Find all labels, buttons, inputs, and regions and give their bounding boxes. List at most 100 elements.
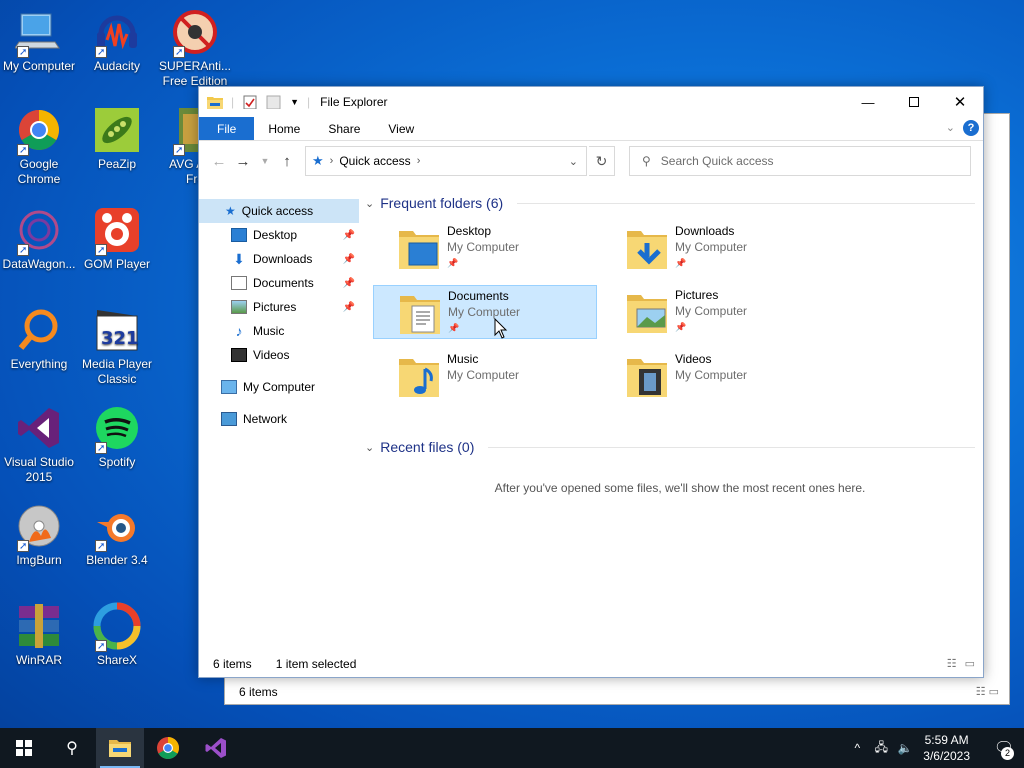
start-button[interactable] (0, 728, 48, 768)
collapse-chevron-icon[interactable]: ⌄ (365, 441, 374, 454)
group-title: Frequent folders (6) (380, 195, 504, 211)
sidebar-item-documents[interactable]: Documents 📌 (199, 271, 359, 295)
sidebar-item-desktop[interactable]: Desktop 📌 (199, 223, 359, 247)
desktop-icon-sharex[interactable]: ShareX (78, 602, 156, 668)
status-selection: 1 item selected (275, 657, 357, 671)
address-history-dropdown-icon[interactable]: ⌄ (569, 155, 578, 168)
search-input[interactable]: ⚲ Search Quick access (629, 146, 971, 176)
desktop-icon-blender[interactable]: Blender 3.4 (78, 502, 156, 568)
tab-home[interactable]: Home (254, 117, 314, 140)
folder-tile-desktop[interactable]: Desktop My Computer 📌 (373, 221, 597, 275)
refresh-button[interactable]: ↻ (589, 146, 615, 176)
sidebar-item-label: Quick access (241, 204, 314, 218)
desktop-icon-chrome[interactable]: Google Chrome (0, 106, 78, 187)
ribbon-tabs: File Home Share View ⌄ ? (199, 117, 983, 141)
close-button[interactable]: ✕ (937, 87, 983, 117)
breadcrumb-chevron-icon[interactable]: › (417, 155, 421, 167)
sidebar-item-videos[interactable]: Videos (199, 343, 359, 367)
gom-player-icon (93, 206, 141, 258)
tab-file[interactable]: File (199, 117, 255, 140)
expand-ribbon-icon[interactable]: ⌄ (946, 121, 955, 134)
recent-files-header[interactable]: ⌄ Recent files (0) (365, 435, 975, 459)
frequent-folders-header[interactable]: ⌄ Frequent folders (6) (365, 191, 975, 215)
new-folder-icon[interactable] (266, 95, 282, 109)
search-button[interactable]: ⚲ (48, 728, 96, 768)
tab-view[interactable]: View (374, 117, 428, 140)
recent-locations-chevron-icon[interactable]: ▼ (255, 156, 275, 166)
sharex-icon (93, 602, 141, 654)
audacity-icon (93, 8, 141, 60)
desktop-icon-media-player-classic[interactable]: 321 Media Player Classic (78, 306, 156, 387)
clock-date: 3/6/2023 (923, 749, 970, 763)
title-bar[interactable]: | ▼ | File Explorer — ✕ (199, 87, 983, 117)
volume-icon[interactable]: 🔈 (893, 741, 917, 755)
view-toggle-icons[interactable]: ☷ ▭ (976, 685, 999, 698)
folder-tile-music[interactable]: Music My Computer (373, 349, 597, 403)
desktop-icon-spotify[interactable]: Spotify (78, 404, 156, 470)
desktop-icon-label: Blender 3.4 (86, 553, 148, 567)
maximize-button[interactable] (891, 87, 937, 117)
breadcrumb-quick-access[interactable]: Quick access (339, 154, 410, 168)
help-icon[interactable]: ? (963, 120, 979, 136)
large-icons-view-icon[interactable]: ▭ (965, 657, 975, 670)
film-strip-icon (231, 348, 247, 362)
desktop-icon-gom-player[interactable]: GOM Player (78, 206, 156, 272)
collapse-chevron-icon[interactable]: ⌄ (365, 197, 374, 210)
desktop-folder-icon (231, 228, 247, 242)
file-explorer-window[interactable]: | ▼ | File Explorer — ✕ File Home Share … (198, 86, 984, 678)
desktop-icon-superantispyware[interactable]: SUPERAnti... Free Edition (156, 8, 234, 89)
clock[interactable]: 5:59 AM 3/6/2023 (917, 732, 984, 764)
properties-icon[interactable] (242, 95, 258, 109)
customize-toolbar-dropdown-icon[interactable]: ▼ (290, 97, 299, 107)
quick-access-star-icon: ★ (225, 204, 236, 218)
desktop-icon-imgburn[interactable]: ImgBurn (0, 502, 78, 568)
search-icon: ⚲ (66, 740, 78, 757)
separator: | (307, 95, 311, 109)
minimize-button[interactable]: — (845, 87, 891, 117)
forward-arrow-icon[interactable]: → (231, 153, 255, 170)
sidebar-item-downloads[interactable]: ⬇ Downloads 📌 (199, 247, 359, 271)
taskbar-file-explorer[interactable] (96, 728, 144, 768)
desktop-icon-winrar[interactable]: WinRAR (0, 602, 78, 668)
breadcrumb-chevron-icon[interactable]: › (330, 155, 334, 167)
pin-icon: 📌 (342, 301, 355, 313)
tab-share[interactable]: Share (314, 117, 374, 140)
network-icon[interactable]: 🖧 (869, 738, 893, 759)
pictures-icon (231, 300, 247, 314)
sidebar-item-pictures[interactable]: Pictures 📌 (199, 295, 359, 319)
desktop-icon-my-computer[interactable]: My Computer (0, 8, 78, 74)
sidebar-item-quick-access[interactable]: ★ Quick access (199, 199, 359, 223)
network-icon (221, 412, 237, 426)
desktop-icon-visual-studio[interactable]: Visual Studio 2015 (0, 404, 78, 485)
desktop-icon-label: Audacity (93, 59, 141, 73)
folder-tile-pictures[interactable]: Pictures My Computer 📌 (601, 285, 825, 339)
computer-icon (14, 8, 63, 60)
taskbar-chrome[interactable] (144, 728, 192, 768)
sidebar-item-label: Desktop (253, 228, 298, 242)
folder-tile-documents[interactable]: Documents My Computer 📌 (373, 285, 597, 339)
folder-tile-downloads[interactable]: Downloads My Computer 📌 (601, 221, 825, 275)
sidebar-item-network[interactable]: Network (199, 407, 359, 431)
desktop-icon-peazip[interactable]: PeaZip (78, 106, 156, 172)
svg-text:321: 321 (101, 328, 139, 349)
up-arrow-icon[interactable]: ↑ (275, 153, 299, 170)
navigation-pane: ★ Quick access Desktop 📌 ⬇ Downloads 📌 D… (199, 199, 359, 431)
taskbar-visual-studio[interactable] (192, 728, 240, 768)
winrar-icon (15, 602, 63, 650)
folder-tile-videos[interactable]: Videos My Computer (601, 349, 825, 403)
address-bar[interactable]: ★ › Quick access › ⌄ (305, 146, 587, 176)
desktop-icon-label: SUPERAnti... Free Edition (158, 59, 232, 88)
minimize-icon: — (861, 94, 875, 110)
sidebar-item-my-computer[interactable]: My Computer (199, 375, 359, 399)
desktop-icon-everything[interactable]: Everything (0, 306, 78, 372)
taskbar: ⚲ ^ 🖧 🔈 5:59 AM 3/6/2023 🗨 2 (0, 728, 1024, 768)
desktop-icon-label: My Computer (2, 59, 76, 73)
desktop-icon-datawagon[interactable]: DataWagon... (0, 206, 78, 272)
sidebar-item-music[interactable]: ♪ Music (199, 319, 359, 343)
back-arrow-icon[interactable]: ← (207, 153, 231, 170)
desktop-icon-label: Media Player Classic (81, 357, 153, 386)
action-center-button[interactable]: 🗨 2 (984, 728, 1024, 768)
show-hidden-icons-chevron-icon[interactable]: ^ (845, 741, 869, 755)
desktop-icon-audacity[interactable]: Audacity (78, 8, 156, 74)
details-view-icon[interactable]: ☷ (947, 657, 957, 670)
